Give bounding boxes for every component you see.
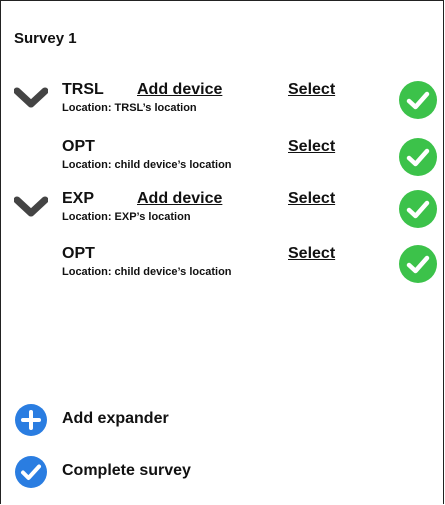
add-device-link[interactable]: Add device (137, 81, 222, 99)
check-circle-icon (399, 138, 437, 176)
chevron-down-icon[interactable] (14, 196, 48, 218)
device-location: Location: EXP’s location (62, 211, 191, 223)
page-title: Survey 1 (14, 30, 77, 47)
plus-circle-icon (15, 404, 47, 436)
add-expander-label: Add expander (62, 410, 169, 427)
device-name: OPT (62, 245, 95, 262)
select-link[interactable]: Select (288, 190, 335, 208)
device-row-exp: EXP Add device Select Location: EXP’s lo… (0, 189, 445, 239)
select-link[interactable]: Select (288, 81, 335, 99)
complete-survey-label: Complete survey (62, 462, 191, 479)
check-circle-icon (399, 81, 437, 119)
select-link[interactable]: Select (288, 245, 335, 263)
complete-survey-button[interactable]: Complete survey (14, 455, 314, 491)
device-name: OPT (62, 138, 95, 155)
device-row-opt: OPT Select Location: child device’s loca… (0, 244, 445, 294)
device-name: TRSL (62, 81, 104, 98)
check-circle-blue-icon (15, 456, 47, 488)
device-name: EXP (62, 190, 95, 207)
add-device-link[interactable]: Add device (137, 190, 222, 208)
device-location: Location: child device’s location (62, 159, 232, 171)
check-circle-icon (399, 190, 437, 228)
device-row-trsl: TRSL Add device Select Location: TRSL’s … (0, 80, 445, 130)
chevron-down-icon[interactable] (14, 87, 48, 109)
select-link[interactable]: Select (288, 138, 335, 156)
device-location: Location: child device’s location (62, 266, 232, 278)
device-location: Location: TRSL’s location (62, 102, 197, 114)
device-row-opt: OPT Select Location: child device’s loca… (0, 137, 445, 187)
check-circle-icon (399, 245, 437, 283)
add-expander-button[interactable]: Add expander (14, 403, 314, 439)
